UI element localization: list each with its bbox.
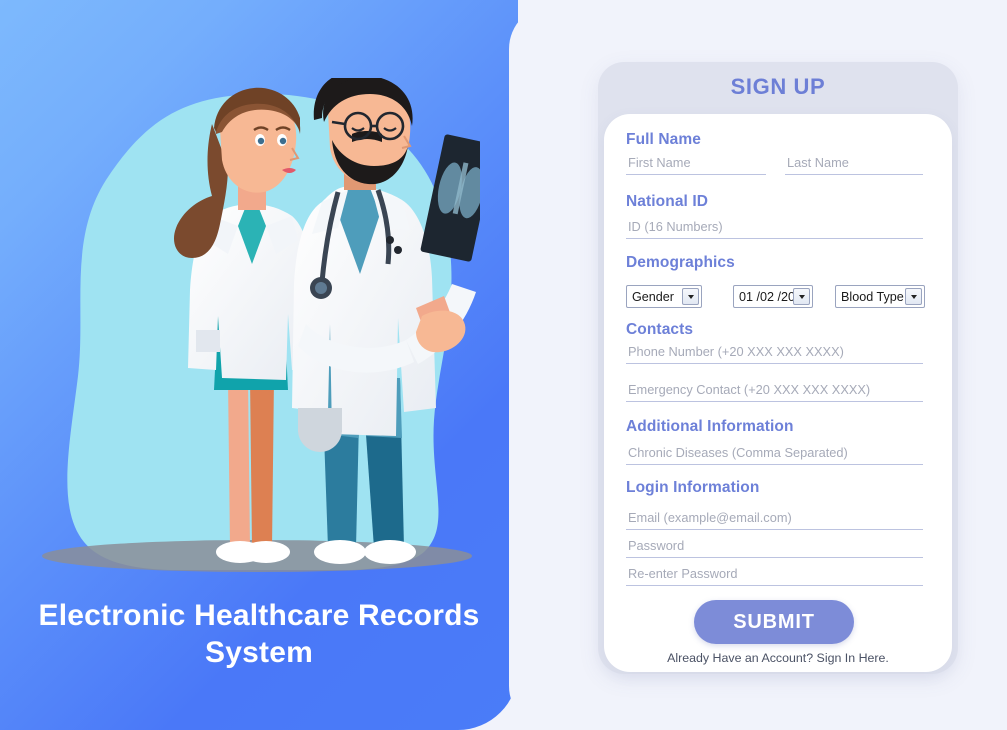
signup-heading: SIGN UP [730,74,826,99]
section-heading-contacts: Contacts [626,321,694,338]
section-heading-full-name: Full Name [626,131,701,148]
gender-select-value: Gender [632,289,675,304]
section-heading-login-info: Login Information [626,479,760,496]
chevron-down-icon[interactable] [905,288,922,305]
birth-date-select[interactable]: 01 /02 /202 [733,285,813,308]
last-name-input[interactable] [785,155,923,175]
section-heading-demographics: Demographics [626,254,735,271]
brand-panel: Electronic Healthcare Records System [0,0,518,730]
phone-number-input[interactable] [626,344,923,364]
birth-date-select-value: 01 /02 /202 [739,289,793,304]
blood-type-select[interactable]: Blood Type [835,285,925,308]
national-id-input[interactable] [626,219,923,239]
doctors-illustration [173,78,480,564]
gender-select[interactable]: Gender [626,285,702,308]
chevron-down-icon[interactable] [682,288,699,305]
section-heading-national-id: National ID [626,193,709,210]
chevron-down-icon[interactable] [793,288,810,305]
emergency-contact-input[interactable] [626,382,923,402]
sign-in-link[interactable]: Already Have an Account? Sign In Here. [604,651,952,665]
chronic-diseases-input[interactable] [626,445,923,465]
submit-button[interactable]: SUBMIT [694,600,854,644]
blood-type-select-value: Blood Type [841,289,904,304]
confirm-password-input[interactable] [626,566,923,586]
password-input[interactable] [626,538,923,558]
email-input[interactable] [626,510,923,530]
section-heading-additional-info: Additional Information [626,418,794,435]
first-name-input[interactable] [626,155,766,175]
page-title: Electronic Healthcare Records System [38,599,480,669]
